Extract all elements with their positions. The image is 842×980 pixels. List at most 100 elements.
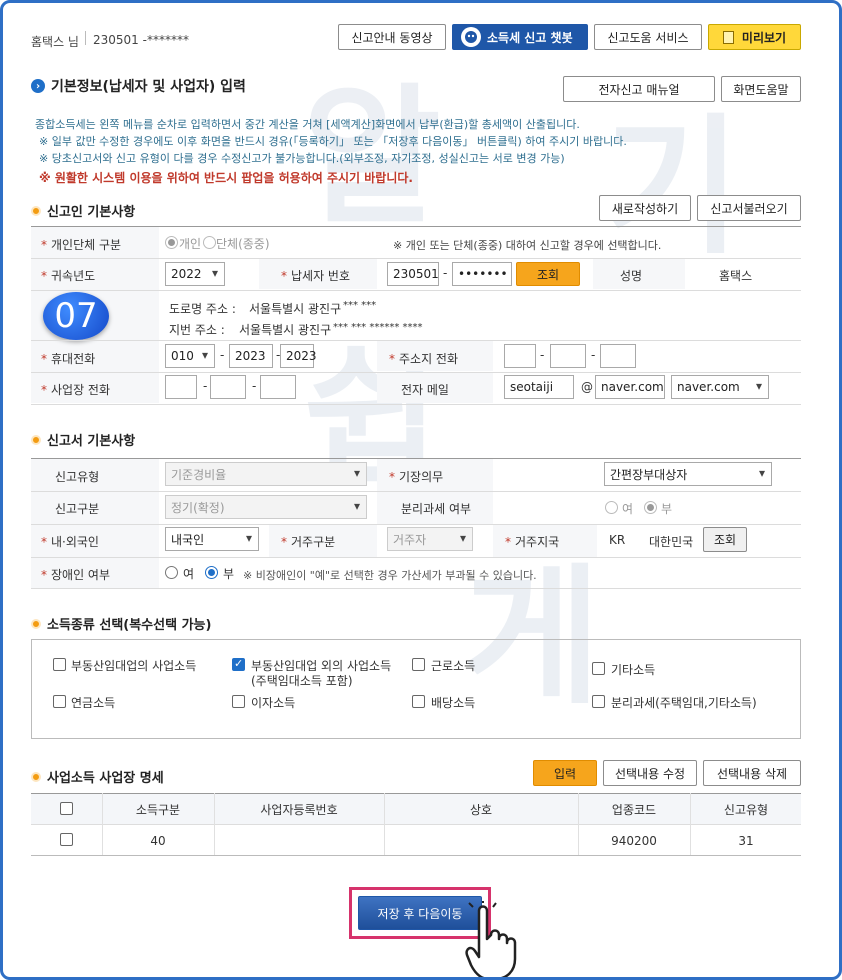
email-domain-select[interactable]: naver.com bbox=[671, 375, 769, 399]
edit-selected-button[interactable]: 선택내용 수정 bbox=[603, 760, 697, 786]
dash: - bbox=[540, 348, 545, 362]
new-write-button[interactable]: 새로작성하기 bbox=[599, 195, 691, 221]
chatbot-button[interactable]: 소득세 신고 챗봇 bbox=[452, 24, 588, 50]
email-domain-input[interactable]: naver.com bbox=[595, 375, 665, 399]
dash: - bbox=[252, 379, 257, 393]
business-phone-2-input[interactable] bbox=[210, 375, 246, 399]
income-opt-business-checkbox[interactable] bbox=[232, 657, 245, 671]
income-opt-interest-checkbox[interactable] bbox=[232, 695, 245, 708]
home-phone-1-input[interactable] bbox=[504, 344, 536, 368]
preview-label: 미리보기 bbox=[741, 30, 787, 45]
business-phone-label: * 사업장 전화 bbox=[41, 383, 111, 397]
row-divider bbox=[31, 290, 801, 291]
nationality-select[interactable]: 내국인 bbox=[165, 527, 259, 551]
income-opt-other-checkbox[interactable] bbox=[592, 662, 605, 675]
disabled-yes-label: 여 bbox=[183, 567, 195, 581]
disabled-person-label: * 장애인 여부 bbox=[41, 568, 111, 582]
column-report-type: 신고유형 bbox=[723, 803, 769, 817]
bullet-icon bbox=[31, 205, 41, 216]
page-title: › 기본정보(납세자 및 사업자) 입력 bbox=[31, 76, 246, 96]
person-type-group-radio[interactable] bbox=[203, 236, 216, 249]
bookkeeping-select[interactable]: 간편장부대상자 bbox=[604, 462, 772, 486]
report-section-title: 신고서 기본사항 bbox=[31, 430, 135, 449]
business-phone-3-input[interactable] bbox=[260, 375, 296, 399]
income-opt-wage-checkbox[interactable] bbox=[412, 658, 425, 671]
mobile-label: * 휴대전화 bbox=[41, 352, 96, 366]
separate-tax-no-radio[interactable] bbox=[644, 501, 657, 514]
business-phone-1-input[interactable] bbox=[165, 375, 197, 399]
select-all-checkbox[interactable] bbox=[60, 802, 73, 815]
road-address-label: 도로명 주소 : bbox=[169, 302, 236, 316]
separate-tax-yes-radio[interactable] bbox=[605, 501, 618, 514]
step-badge: 07 bbox=[43, 292, 109, 340]
disabled-no-radio[interactable] bbox=[205, 566, 218, 579]
cell-industry-code: 940200 bbox=[611, 834, 657, 848]
income-opt-rental-label: 부동산임대업의 사업소득 bbox=[71, 659, 197, 673]
guide-video-button[interactable]: 신고안내 동영상 bbox=[338, 24, 446, 50]
row-checkbox[interactable] bbox=[60, 833, 73, 846]
taxpayer-number-back[interactable]: ••••••• bbox=[452, 262, 512, 286]
report-type-select[interactable]: 기준경비율 bbox=[165, 462, 367, 486]
col-divider bbox=[214, 793, 215, 855]
help-service-button[interactable]: 신고도움 서비스 bbox=[594, 24, 702, 50]
residence-select[interactable]: 거주자 bbox=[387, 527, 473, 551]
taxpayer-number-front[interactable]: 230501 bbox=[387, 262, 439, 286]
save-next-button[interactable]: 저장 후 다음이동 bbox=[358, 896, 482, 930]
dash: - bbox=[591, 348, 596, 362]
mobile-last-input[interactable]: 2023 bbox=[280, 344, 317, 368]
income-opt-separate-label: 분리과세(주택임대,기타소득) bbox=[611, 696, 757, 710]
row-divider bbox=[31, 588, 801, 589]
email-id-input[interactable]: seotaiji bbox=[504, 375, 574, 399]
residence-label: * 거주구분 bbox=[281, 535, 336, 549]
name-label: 성명 bbox=[620, 269, 643, 283]
row-divider bbox=[31, 557, 801, 558]
page-frame: 알 기 쉽 게 홈택스 님 230501 -******* 신고안내 동영상 소… bbox=[0, 0, 842, 980]
nationality-label: * 내·외국인 bbox=[41, 535, 99, 549]
income-opt-rental-checkbox[interactable] bbox=[53, 658, 66, 671]
preview-button[interactable]: 미리보기 bbox=[708, 24, 801, 50]
country-code: KR bbox=[609, 533, 626, 547]
road-address-masked: *** *** bbox=[343, 300, 377, 311]
taxpayer-lookup-button[interactable]: 조회 bbox=[516, 262, 580, 286]
column-biz-number: 사업자등록번호 bbox=[260, 803, 338, 817]
page-title-text: 기본정보(납세자 및 사업자) 입력 bbox=[51, 79, 246, 95]
description-line-3: ※ 당초신고서와 신고 유형이 다를 경우 수정신고가 불가능합니다.(외부조정… bbox=[39, 152, 565, 165]
home-phone-3-input[interactable] bbox=[600, 344, 636, 368]
business-input-button[interactable]: 입력 bbox=[533, 760, 597, 786]
bullet-icon bbox=[31, 771, 41, 782]
description-line-2: ※ 일부 값만 수정한 경우에도 이후 화면을 반드시 경유(「등록하기」 또는… bbox=[39, 135, 627, 148]
dash: - bbox=[220, 348, 225, 362]
separate-tax-no-label: 부 bbox=[661, 502, 673, 516]
email-at: @ bbox=[581, 380, 593, 394]
column-income-type: 소득구분 bbox=[135, 803, 181, 817]
person-type-individual-radio[interactable] bbox=[165, 236, 178, 249]
residence-country-label: * 거주지국 bbox=[505, 535, 560, 549]
income-opt-separate-checkbox[interactable] bbox=[592, 695, 605, 708]
mobile-prefix-select[interactable]: 010 bbox=[165, 344, 215, 368]
mobile-middle-input[interactable]: 2023 bbox=[229, 344, 273, 368]
name-value: 홈택스 bbox=[719, 269, 753, 283]
home-phone-2-input[interactable] bbox=[550, 344, 586, 368]
disabled-note: ※ 비장애인이 "예"로 선택한 경우 가산세가 부과될 수 있습니다. bbox=[243, 569, 537, 582]
group-label: 단체(종중) bbox=[216, 237, 270, 251]
user-name: 홈택스 님 bbox=[31, 35, 79, 49]
income-section-label: 소득종류 선택(복수선택 가능) bbox=[47, 618, 212, 633]
disabled-yes-radio[interactable] bbox=[165, 566, 178, 579]
load-report-button[interactable]: 신고서불러오기 bbox=[697, 195, 801, 221]
income-opt-dividend-checkbox[interactable] bbox=[412, 695, 425, 708]
income-opt-pension-checkbox[interactable] bbox=[53, 695, 66, 708]
report-category-select[interactable]: 정기(확정) bbox=[165, 495, 367, 519]
income-type-box bbox=[31, 639, 801, 739]
column-industry-code: 업종코드 bbox=[611, 803, 657, 817]
country-lookup-button[interactable]: 조회 bbox=[703, 527, 747, 552]
income-opt-pension-label: 연금소득 bbox=[71, 696, 116, 710]
row-divider bbox=[31, 258, 801, 259]
income-opt-other-label: 기타소득 bbox=[611, 663, 656, 677]
reporter-section-label: 신고인 기본사항 bbox=[47, 205, 136, 220]
tax-year-select[interactable]: 2022 bbox=[165, 262, 225, 286]
col-divider bbox=[384, 793, 385, 855]
bullet-icon bbox=[31, 434, 41, 445]
screen-help-button[interactable]: 화면도움말 bbox=[721, 76, 801, 102]
manual-button[interactable]: 전자신고 매뉴얼 bbox=[563, 76, 715, 102]
delete-selected-button[interactable]: 선택내용 삭제 bbox=[703, 760, 801, 786]
